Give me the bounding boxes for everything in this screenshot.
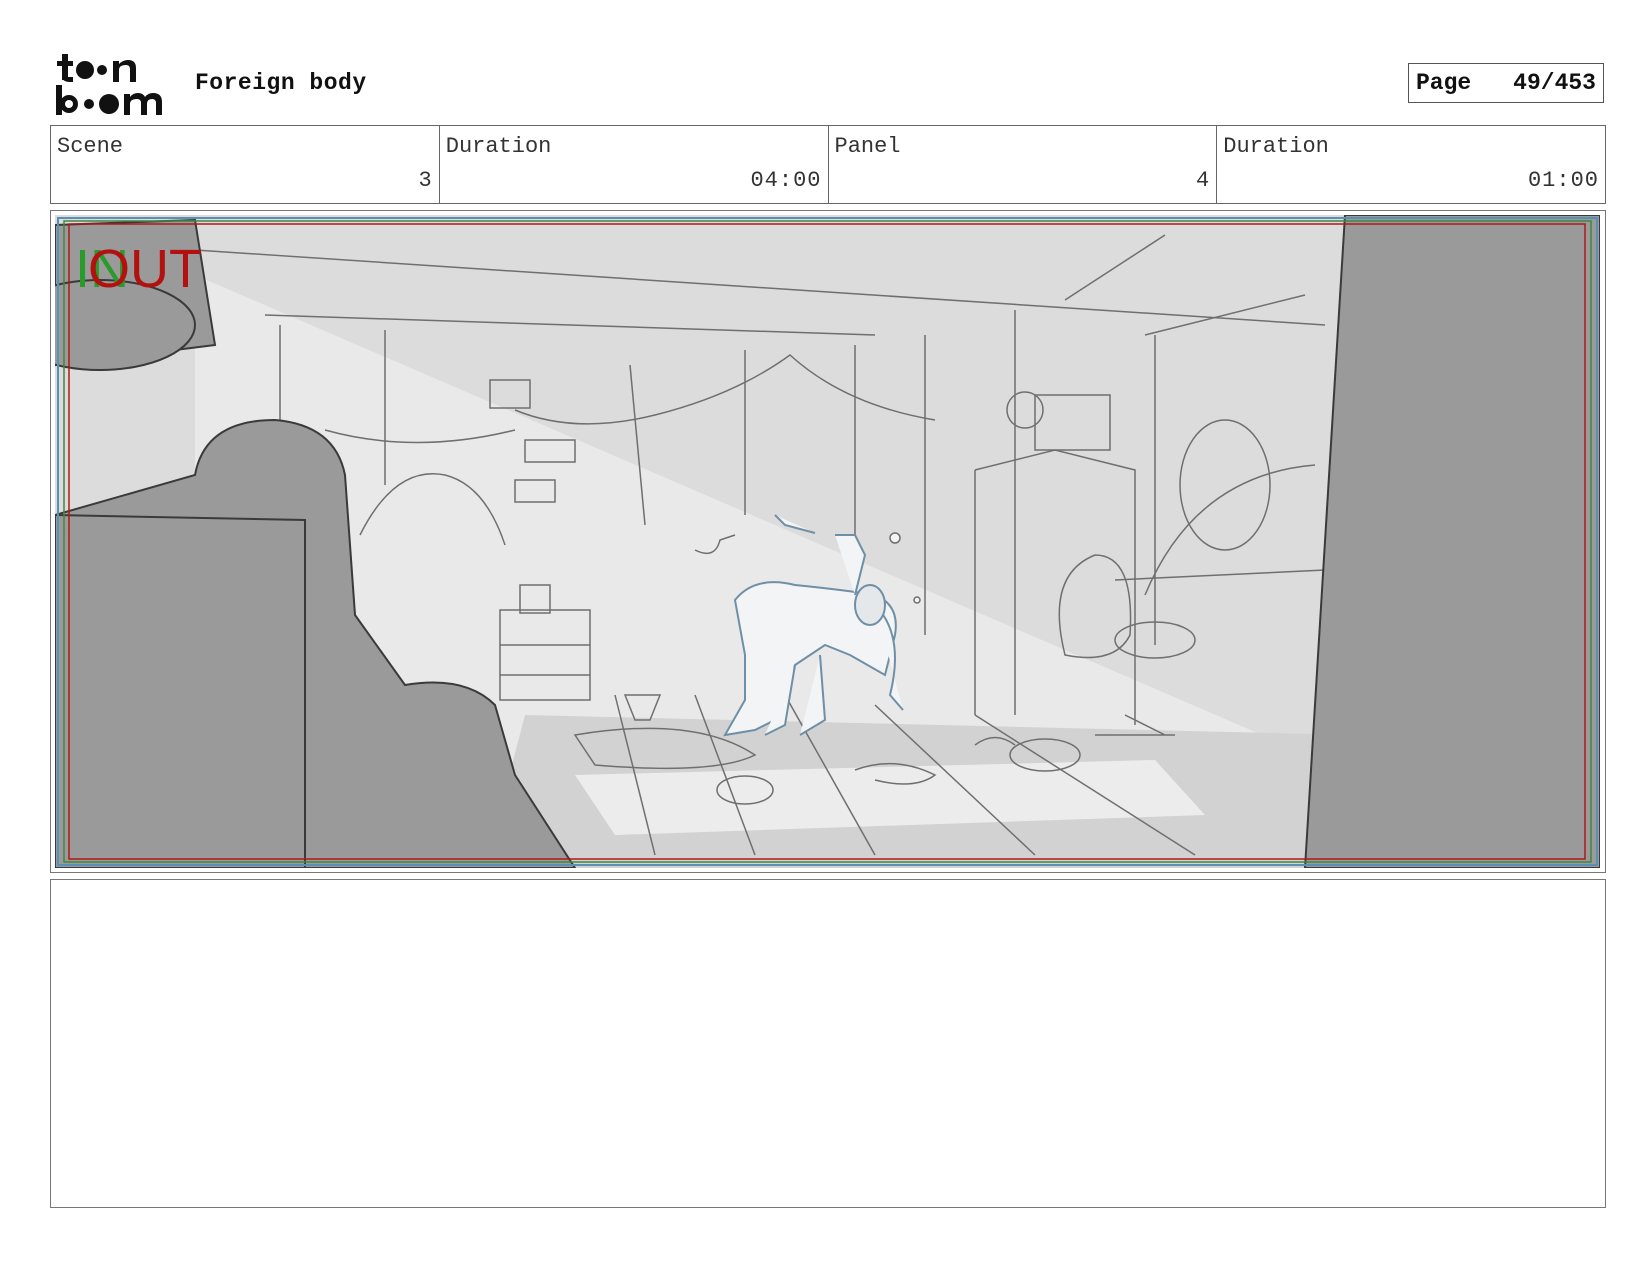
scene-label: Scene: [57, 134, 124, 159]
panel-duration-cell: Duration 01:00: [1217, 126, 1605, 203]
panel-label: Panel: [834, 134, 901, 159]
toon-boom-logo: [56, 54, 162, 115]
scene-cell: Scene 3: [51, 126, 440, 203]
scene-duration-label: Duration: [445, 134, 552, 159]
panel-duration-value: 01:00: [1527, 168, 1599, 193]
document-title: Foreign body: [195, 70, 367, 96]
page-number: 49/453: [1513, 70, 1596, 96]
storyboard-panel: IN OUT: [50, 210, 1606, 873]
scene-duration-cell: Duration 04:00: [440, 126, 829, 203]
out-marker: OUT: [88, 239, 202, 299]
page-indicator: Page 49/453: [1408, 63, 1604, 103]
panel-notes-box[interactable]: [50, 879, 1606, 1208]
scene-duration-value: 04:00: [750, 168, 822, 193]
panel-sketch: IN OUT: [55, 215, 1600, 868]
scene-value: 3: [418, 168, 433, 193]
panel-value: 4: [1196, 168, 1211, 193]
scene-info-table: Scene 3 Duration 04:00 Panel 4 Duration …: [50, 125, 1606, 204]
page-label: Page: [1416, 70, 1472, 96]
panel-cell: Panel 4: [829, 126, 1218, 203]
panel-duration-label: Duration: [1223, 134, 1329, 159]
